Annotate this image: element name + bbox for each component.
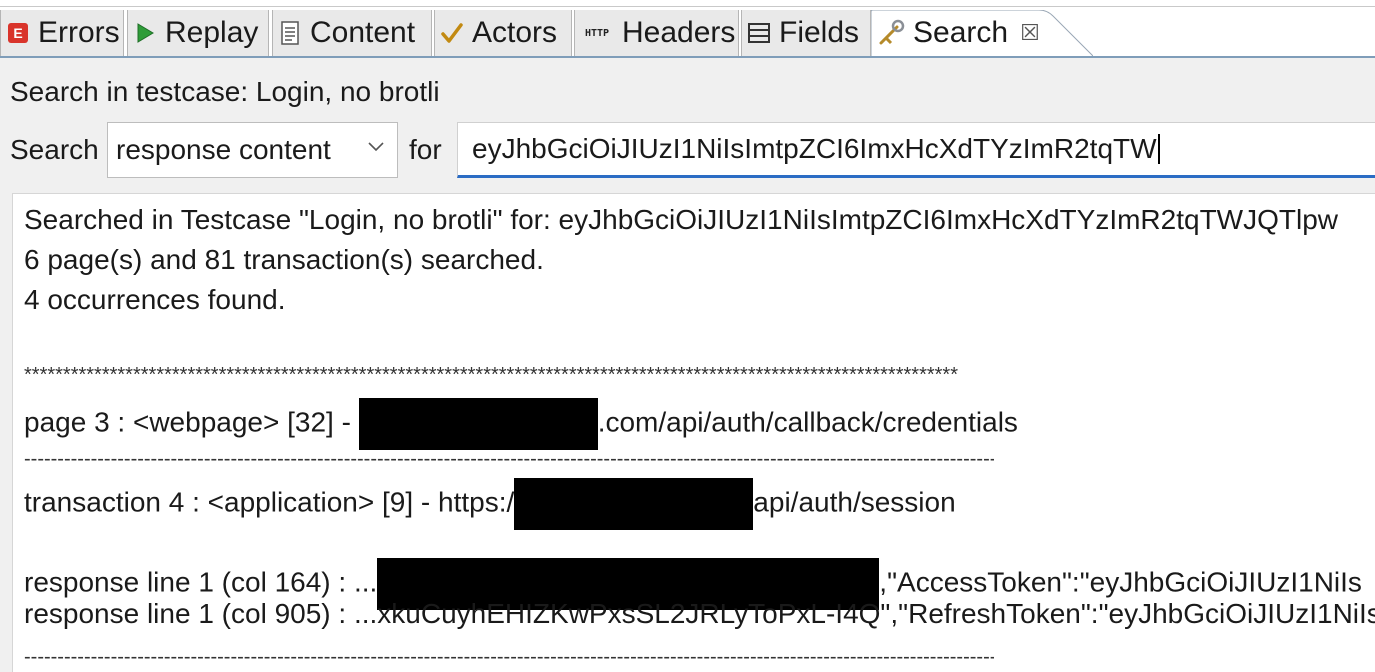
search-scope-value: response content [116, 134, 331, 165]
search-icon [877, 19, 905, 47]
search-scope-select[interactable]: response content [107, 122, 398, 178]
result-response-line-2: response line 1 (col 905) : ...xkuCuyhEH… [24, 598, 1375, 629]
errors-icon: E [6, 21, 30, 45]
search-results-pane[interactable]: Searched in Testcase "Login, no brotli" … [12, 193, 1375, 672]
search-form: Search response content for eyJhbGciOiJI… [0, 122, 1375, 180]
checkmark-icon [440, 21, 464, 45]
separator-stars: ****************************************… [24, 364, 958, 386]
redaction-block [358, 398, 598, 450]
http-icon: HTTP [584, 27, 610, 39]
play-icon [133, 21, 157, 45]
tab-label: Errors [38, 16, 120, 49]
search-query-input[interactable]: eyJhbGciOiJIUzI1NiIsImtpZCI6ImxHcXdTYzIm… [457, 122, 1375, 178]
document-icon [278, 21, 302, 45]
tab-label: Replay [165, 16, 259, 49]
close-icon[interactable]: ☒ [1020, 22, 1040, 44]
results-searched-line: 6 page(s) and 81 transaction(s) searched… [24, 244, 544, 275]
result-transaction-line: transaction 4 : <application> [9] - http… [24, 478, 956, 530]
results-summary-line: Searched in Testcase "Login, no brotli" … [24, 204, 1339, 235]
editor-tab-strip: E Errors Replay Content Actors HTTP Head… [0, 0, 1375, 58]
tab-label: Actors [472, 16, 558, 49]
results-occurrences-line: 4 occurrences found. [24, 284, 286, 315]
text-caret [1157, 134, 1160, 164]
separator-dashes: ----------------------------------------… [24, 646, 994, 668]
search-label: Search [10, 134, 99, 165]
tab-label: Content [310, 16, 416, 49]
search-query-value: eyJhbGciOiJIUzI1NiIsImtpZCI6ImxHcXdTYzIm… [472, 133, 1157, 164]
tab-headers[interactable]: HTTP Headers [574, 10, 739, 56]
tab-label: Search [913, 16, 1009, 49]
tab-label: Fields [779, 16, 860, 49]
result-page-line: page 3 : <webpage> [32] - .com/api/auth/… [24, 398, 1018, 450]
tab-errors[interactable]: E Errors [0, 10, 124, 56]
chevron-down-icon [368, 142, 384, 152]
svg-text:E: E [13, 25, 22, 41]
tab-fields[interactable]: Fields [741, 10, 871, 56]
for-label: for [409, 134, 442, 165]
tab-content[interactable]: Content [272, 10, 432, 56]
tab-replay[interactable]: Replay [127, 10, 269, 56]
tab-actors[interactable]: Actors [434, 10, 572, 56]
search-title: Search in testcase: Login, no brotli [10, 76, 440, 107]
separator-dashes: ----------------------------------------… [24, 448, 994, 470]
fields-icon [747, 21, 771, 45]
redaction-block [514, 478, 754, 530]
tab-search[interactable]: Search ☒ [871, 10, 1093, 58]
tab-label: Headers [622, 16, 736, 49]
